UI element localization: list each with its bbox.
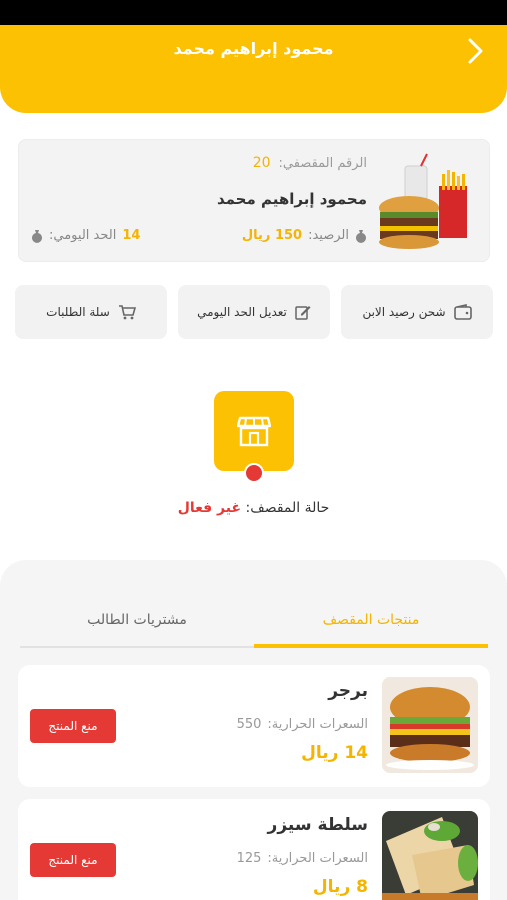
page-title: محمود إبراهيم محمد <box>173 39 334 58</box>
burger-image <box>382 677 478 773</box>
product-calories: السعرات الحرارية: 550 <box>237 717 368 732</box>
balance-label: الرصيد: <box>308 228 349 243</box>
status-bar <box>0 0 507 25</box>
calories-label: السعرات الحرارية: <box>267 717 368 732</box>
edit-daily-limit-label: تعديل الحد اليومي <box>197 305 287 319</box>
product-name: سلطة سيزر <box>267 815 368 835</box>
kiosk-number-row: الرقم المقصفي: 20 <box>253 155 367 171</box>
daily-limit-row: 14 الحد اليومي: <box>31 228 140 243</box>
product-price: 8 ريال <box>312 877 368 897</box>
calories-value: 125 <box>236 851 262 866</box>
product-name: برجر <box>328 681 368 701</box>
store-icon <box>237 416 271 447</box>
kiosk-number-label: الرقم المقصفي: <box>278 155 367 171</box>
tab-student-purchases[interactable]: مشتريات الطالب <box>20 606 254 648</box>
edit-daily-limit-button[interactable]: تعديل الحد اليومي <box>178 285 330 339</box>
daily-limit-value: 14 <box>122 228 141 243</box>
orders-cart-button[interactable]: سلة الطلبات <box>15 285 167 339</box>
balance-value: 150 ريال <box>241 228 303 243</box>
charge-balance-label: شحن رصيد الابن <box>362 305 446 319</box>
money-bag-icon <box>32 229 42 243</box>
ban-product-button[interactable]: منع المنتج <box>30 709 116 743</box>
calories-value: 550 <box>236 717 262 732</box>
meal-combo-image <box>377 152 477 252</box>
calories-label: السعرات الحرارية: <box>267 851 368 866</box>
student-card: الرقم المقصفي: 20 محمود إبراهيم محمد الر… <box>18 139 490 262</box>
product-calories: السعرات الحرارية: 125 <box>237 851 368 866</box>
kiosk-status-value: غير فعال <box>177 500 242 516</box>
product-card: سلطة سيزر السعرات الحرارية: 125 8 ريال م… <box>18 799 490 900</box>
kiosk-status-label: حالة المقصف: <box>245 500 330 516</box>
product-price: 14 ريال <box>301 743 368 763</box>
ban-product-button[interactable]: منع المنتج <box>30 843 116 877</box>
tabs-bar: منتجات المقصف مشتريات الطالب <box>20 606 488 648</box>
header: محمود إبراهيم محمد <box>0 25 507 113</box>
chevron-right-icon <box>468 38 483 64</box>
back-button[interactable] <box>461 33 489 69</box>
orders-cart-label: سلة الطلبات <box>46 305 110 319</box>
balance-row: الرصيد: 150 ريال <box>242 228 367 243</box>
kiosk-tile[interactable] <box>214 391 294 471</box>
wallet-icon <box>453 304 472 320</box>
student-name: محمود إبراهيم محمد <box>216 190 367 208</box>
daily-limit-label: الحد اليومي: <box>49 228 117 243</box>
tab-kiosk-products[interactable]: منتجات المقصف <box>254 606 488 648</box>
charge-balance-button[interactable]: شحن رصيد الابن <box>341 285 493 339</box>
cart-icon <box>118 305 136 320</box>
kiosk-status: حالة المقصف: غير فعال <box>0 500 507 516</box>
edit-icon <box>295 306 311 320</box>
inactive-status-dot <box>244 463 264 483</box>
money-bag-icon <box>356 229 366 243</box>
kiosk-number-value: 20 <box>252 155 271 171</box>
products-panel: منتجات المقصف مشتريات الطالب برجر السعرا… <box>0 560 507 900</box>
caesar-wrap-image <box>382 811 478 900</box>
product-card: برجر السعرات الحرارية: 550 14 ريال منع ا… <box>18 665 490 787</box>
